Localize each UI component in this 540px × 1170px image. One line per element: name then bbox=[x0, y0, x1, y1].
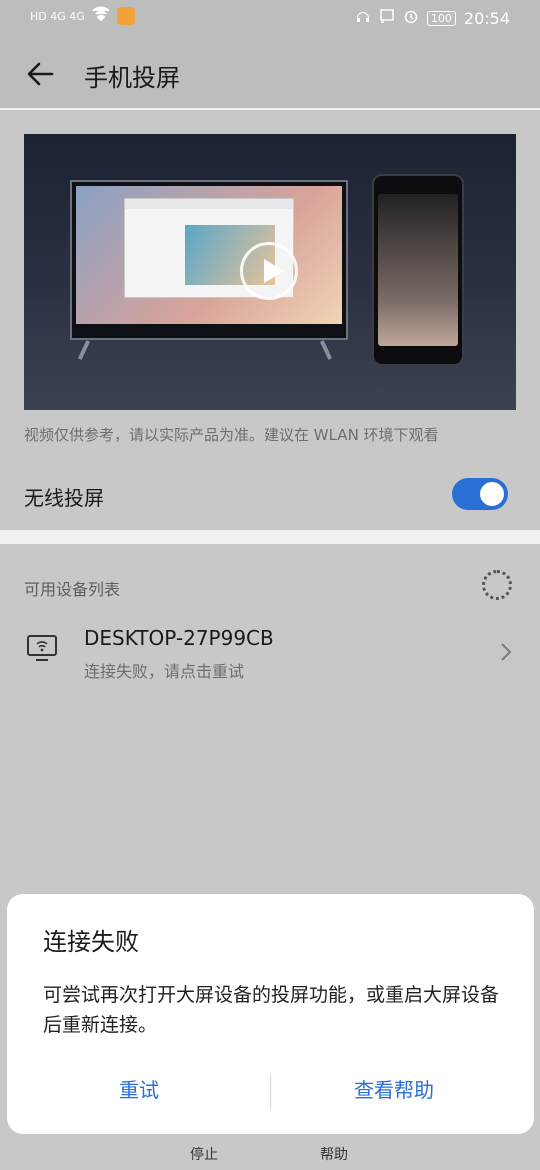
phone-illustration bbox=[372, 174, 464, 366]
wifi-icon bbox=[91, 6, 111, 26]
headset-icon bbox=[355, 8, 371, 28]
loading-spinner-icon bbox=[482, 570, 512, 600]
tv-window-bar bbox=[125, 199, 293, 209]
clock: 20:54 bbox=[463, 8, 510, 28]
tv-leg-left bbox=[77, 340, 91, 360]
status-bar: HD 4G 4G 100 20:54 bbox=[0, 0, 540, 36]
connection-failed-dialog: 连接失败 可尝试再次打开大屏设备的投屏功能，或重启大屏设备后重新连接。 重试 查… bbox=[7, 894, 534, 1134]
play-icon[interactable] bbox=[240, 242, 298, 300]
wireless-toggle[interactable] bbox=[452, 478, 508, 510]
toggle-knob bbox=[480, 482, 504, 506]
cast-icon bbox=[379, 8, 395, 28]
app-screen: HD 4G 4G 100 20:54 手机投屏 视频仅供参考，请以实际产品为准。… bbox=[0, 0, 540, 1170]
retry-button[interactable]: 重试 bbox=[119, 1074, 159, 1103]
help-button[interactable]: 帮助 bbox=[320, 1144, 348, 1164]
dialog-message: 可尝试再次打开大屏设备的投屏功能，或重启大屏设备后重新连接。 bbox=[43, 984, 500, 1036]
dialog-actions: 重试 查看帮助 bbox=[7, 1070, 534, 1114]
page-title: 手机投屏 bbox=[84, 64, 180, 92]
status-left: HD 4G 4G bbox=[30, 6, 135, 26]
dialog-button-divider bbox=[270, 1074, 271, 1110]
tv-leg-right bbox=[319, 340, 333, 360]
status-right: 100 20:54 bbox=[355, 8, 510, 28]
intro-video[interactable] bbox=[24, 134, 516, 410]
monitor-wifi-icon bbox=[26, 634, 58, 662]
tv-screen bbox=[76, 186, 342, 324]
stop-button[interactable]: 停止 bbox=[190, 1144, 218, 1164]
phone-screen bbox=[378, 194, 458, 346]
alarm-icon bbox=[403, 8, 419, 28]
network-indicator: HD 4G 4G bbox=[30, 9, 85, 23]
arrow-left-icon bbox=[27, 62, 54, 86]
tv-illustration bbox=[70, 180, 348, 340]
app-notification-icon bbox=[116, 7, 135, 25]
video-note: 视频仅供参考，请以实际产品为准。建议在 WLAN 环境下观看 bbox=[24, 426, 439, 444]
device-row[interactable]: DESKTOP-27P99CB 连接失败，请点击重试 bbox=[0, 618, 540, 690]
intro-card: 视频仅供参考，请以实际产品为准。建议在 WLAN 环境下观看 无线投屏 bbox=[0, 110, 540, 530]
device-status: 连接失败，请点击重试 bbox=[84, 662, 245, 681]
back-button[interactable] bbox=[22, 56, 58, 92]
dialog-title: 连接失败 bbox=[43, 928, 139, 956]
wireless-label: 无线投屏 bbox=[24, 486, 104, 510]
device-name: DESKTOP-27P99CB bbox=[84, 626, 274, 650]
view-help-button[interactable]: 查看帮助 bbox=[354, 1074, 434, 1103]
chevron-right-icon bbox=[498, 640, 514, 664]
device-list-header: 可用设备列表 bbox=[24, 580, 121, 599]
app-header: 手机投屏 bbox=[0, 36, 540, 108]
battery-level: 100 bbox=[426, 10, 456, 26]
